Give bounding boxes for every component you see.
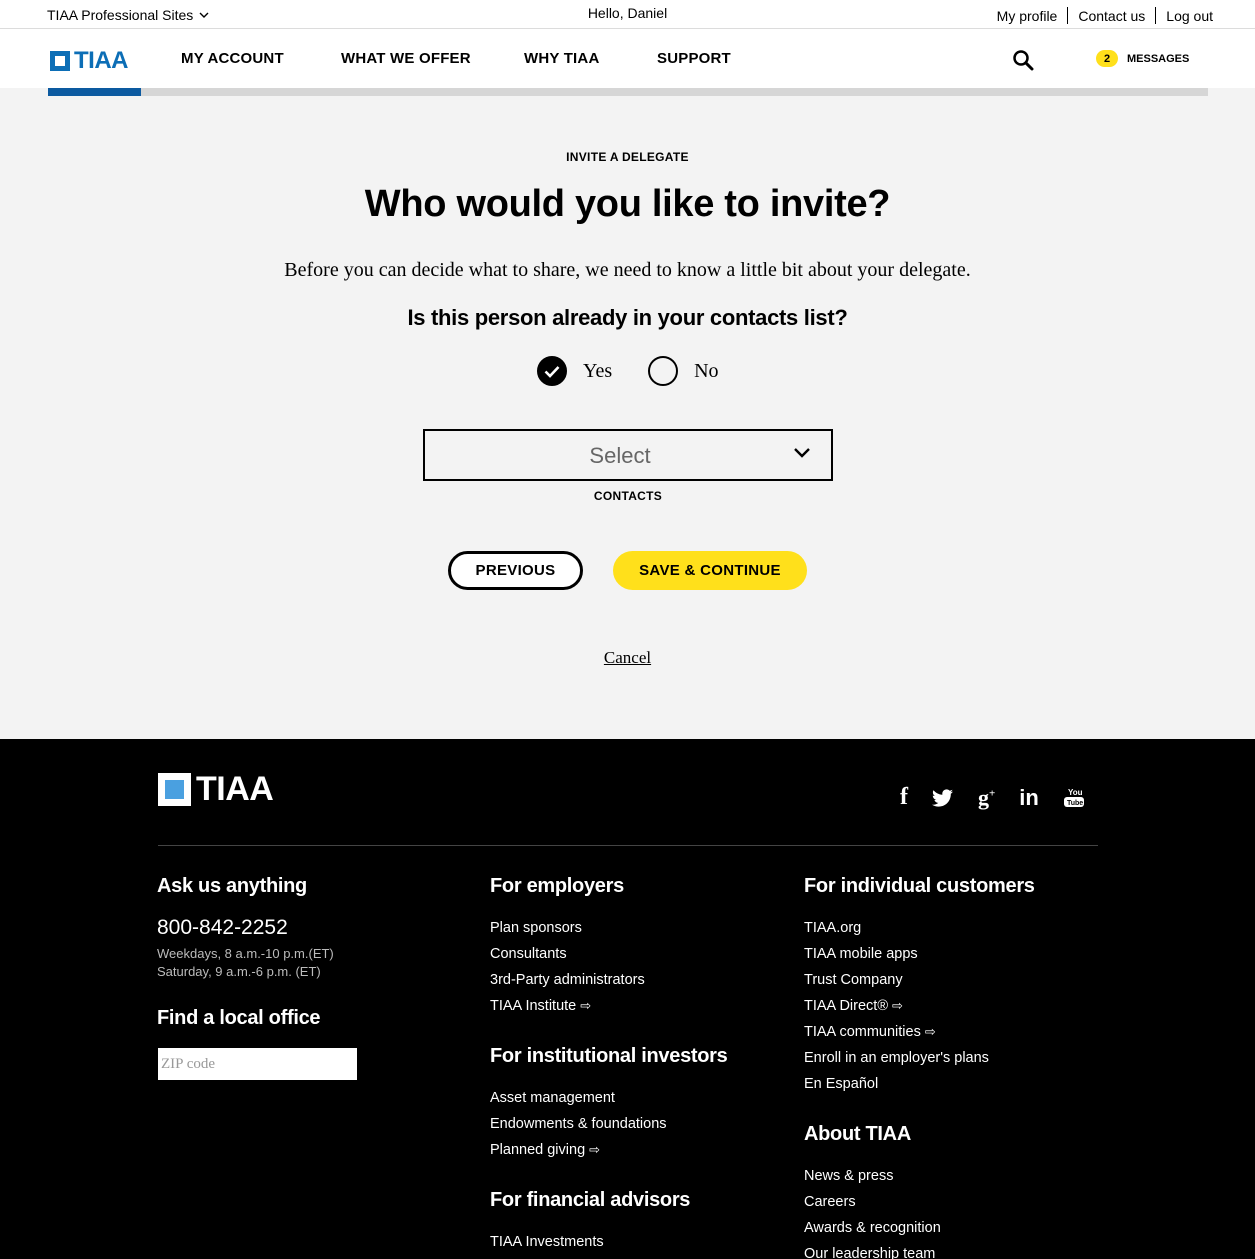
contacts-select-label: CONTACTS [593, 489, 663, 503]
footer-tiaa-logo[interactable]: TIAA [158, 770, 274, 809]
phone-number[interactable]: 800-842-2252 [157, 916, 288, 940]
link-asset-management[interactable]: Asset management [490, 1090, 615, 1106]
radio-no[interactable]: No [648, 356, 719, 386]
log-out-link[interactable]: Log out [1156, 8, 1223, 24]
nav-my-account[interactable]: MY ACCOUNT [181, 50, 284, 67]
lead-text: Before you can decide what to share, we … [284, 259, 971, 281]
link-label: TIAA communities [804, 1024, 921, 1040]
facebook-icon[interactable]: f [900, 784, 908, 811]
google-plus-icon[interactable]: g+ [978, 785, 995, 811]
checkmark-icon [537, 356, 567, 386]
footer-logo-text: TIAA [196, 770, 274, 808]
link-en-espanol[interactable]: En Español [804, 1076, 878, 1092]
svg-text:Tube: Tube [1067, 800, 1083, 807]
svg-text:You: You [1068, 788, 1083, 797]
ask-heading: Ask us anything [157, 875, 307, 897]
link-tiaa-direct[interactable]: TIAA Direct® ⇨ [804, 998, 903, 1014]
link-label: TIAA Direct® [804, 998, 889, 1014]
link-label: Planned giving [490, 1142, 586, 1158]
about-heading: About TIAA [804, 1123, 911, 1145]
link-tiaa-org[interactable]: TIAA.org [804, 920, 861, 936]
radio-yes[interactable]: Yes [537, 356, 612, 386]
eyebrow-label: INVITE A DELEGATE [566, 150, 689, 164]
footer: TIAA f g+ in You Tube Ask us anything 800… [0, 739, 1255, 1259]
progress-fill [48, 88, 141, 96]
link-tiaa-investments[interactable]: TIAA Investments [490, 1234, 604, 1250]
link-enroll-employer-plans[interactable]: Enroll in an employer's plans [804, 1050, 989, 1066]
nav-what-we-offer[interactable]: WHAT WE OFFER [341, 50, 471, 67]
save-continue-button[interactable]: SAVE & CONTINUE [613, 551, 807, 590]
tiaa-logo-mark-icon [158, 773, 191, 806]
search-icon[interactable] [1012, 49, 1034, 71]
contacts-select[interactable]: Select [423, 429, 833, 481]
linkedin-icon[interactable]: in [1019, 785, 1039, 811]
external-link-icon: ⇨ [924, 1024, 936, 1039]
link-label: TIAA Institute [490, 998, 577, 1014]
radio-empty-icon [648, 356, 679, 386]
main-navigation: TIAA MY ACCOUNT WHAT WE OFFER WHY TIAA S… [0, 29, 1255, 88]
link-endowments-foundations[interactable]: Endowments & foundations [490, 1116, 667, 1132]
twitter-icon[interactable] [932, 788, 954, 807]
link-planned-giving[interactable]: Planned giving ⇨ [490, 1142, 600, 1158]
utility-bar: TIAA Professional Sites Hello, Daniel My… [0, 0, 1255, 29]
hours-saturday: Saturday, 9 a.m.-6 p.m. (ET) [157, 964, 321, 979]
hours-weekdays: Weekdays, 8 a.m.-10 p.m.(ET) [157, 946, 334, 961]
link-tiaa-institute[interactable]: TIAA Institute ⇨ [490, 998, 591, 1014]
messages-label: MESSAGES [1127, 52, 1190, 65]
nav-why-tiaa[interactable]: WHY TIAA [524, 50, 600, 67]
social-links: f g+ in You Tube [900, 784, 1085, 811]
link-plan-sponsors[interactable]: Plan sponsors [490, 920, 582, 936]
link-awards-recognition[interactable]: Awards & recognition [804, 1220, 941, 1236]
institutional-heading: For institutional investors [490, 1045, 728, 1067]
nav-support[interactable]: SUPPORT [657, 50, 731, 67]
external-link-icon: ⇨ [589, 1142, 601, 1157]
local-office-heading: Find a local office [157, 1007, 321, 1029]
advisors-heading: For financial advisors [490, 1189, 691, 1211]
cancel-link[interactable]: Cancel [0, 648, 1255, 668]
link-consultants[interactable]: Consultants [490, 946, 567, 962]
logo-text: TIAA [74, 47, 129, 74]
link-3rd-party-administrators[interactable]: 3rd-Party administrators [490, 972, 645, 988]
previous-button[interactable]: PREVIOUS [448, 551, 583, 590]
page-title: Who would you like to invite? [364, 183, 891, 225]
link-news-press[interactable]: News & press [804, 1168, 893, 1184]
utility-links: My profile Contact us Log out [987, 7, 1223, 24]
contact-us-link[interactable]: Contact us [1068, 8, 1155, 24]
external-link-icon: ⇨ [580, 998, 592, 1013]
progress-bar [48, 88, 1208, 96]
tiaa-logo-mark-icon [50, 51, 70, 71]
chevron-down-icon [794, 448, 810, 458]
radio-no-label: No [694, 359, 719, 382]
external-link-icon: ⇨ [892, 998, 903, 1013]
contacts-question: Is this person already in your contacts … [407, 305, 848, 330]
link-careers[interactable]: Careers [804, 1194, 856, 1210]
tiaa-logo[interactable]: TIAA [50, 47, 129, 75]
link-tiaa-communities[interactable]: TIAA communities ⇨ [804, 1024, 936, 1040]
messages-button[interactable]: 2 MESSAGES [1096, 50, 1189, 67]
link-leadership-team[interactable]: Our leadership team [804, 1246, 935, 1259]
radio-yes-label: Yes [583, 359, 613, 382]
link-tiaa-mobile-apps[interactable]: TIAA mobile apps [804, 946, 918, 962]
youtube-icon[interactable]: You Tube [1063, 787, 1085, 809]
messages-count-badge: 2 [1096, 50, 1118, 67]
contacts-radio-group: Yes No [537, 356, 719, 386]
employers-heading: For employers [490, 875, 624, 897]
footer-divider [158, 845, 1098, 846]
zip-code-input[interactable] [158, 1048, 357, 1080]
individual-heading: For individual customers [804, 875, 1035, 897]
my-profile-link[interactable]: My profile [987, 8, 1068, 24]
select-value: Select [589, 443, 651, 468]
link-trust-company[interactable]: Trust Company [804, 972, 903, 988]
